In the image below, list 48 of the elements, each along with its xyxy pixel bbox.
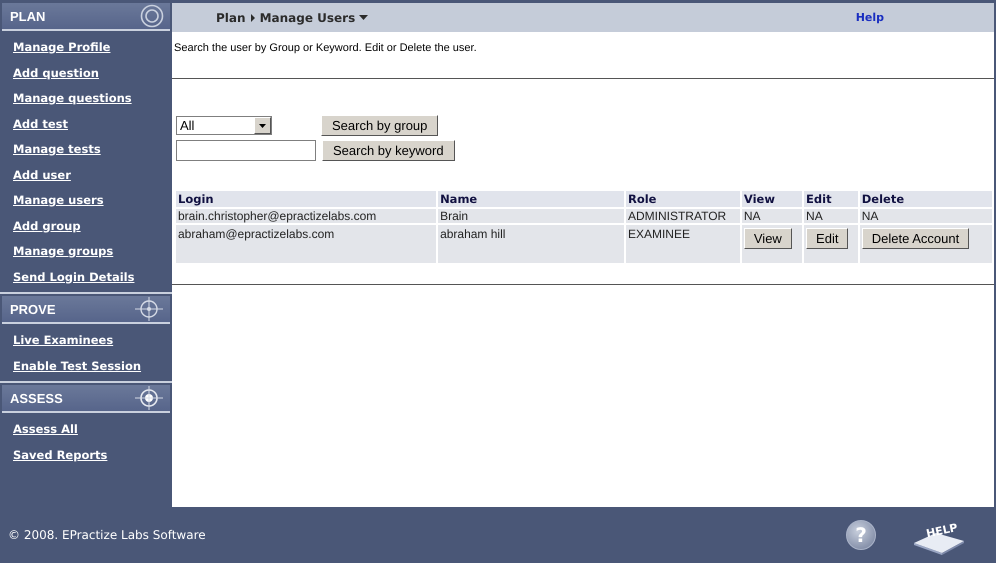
nav-link[interactable]: Manage groups — [13, 242, 172, 260]
row-action-button[interactable]: View — [744, 228, 792, 249]
section-title: PLAN — [10, 8, 46, 24]
nav-link[interactable]: Send Login Details — [13, 268, 172, 286]
table-cell: EXAMINEE — [626, 225, 740, 263]
section-title: PROVE — [10, 302, 56, 316]
nav-link[interactable]: Live Examinees — [13, 331, 172, 350]
caret-down-icon[interactable] — [359, 14, 368, 20]
nav-link[interactable]: Add test — [13, 114, 172, 133]
column-header: View — [742, 191, 802, 207]
nav-link[interactable]: Add user — [13, 166, 172, 184]
search-by-keyword-button[interactable]: Search by keyword — [322, 140, 455, 161]
table-cell: NA — [742, 209, 802, 223]
nav-link[interactable]: Manage Profile — [13, 38, 172, 56]
description-text: Search the user by Group or Keyword. Edit or Delete the user. — [174, 42, 478, 54]
table-cell: abraham@epractizelabs.com — [176, 225, 436, 263]
column-header: Name — [438, 191, 624, 207]
nav-link[interactable]: Add question — [13, 64, 172, 82]
column-header: Login — [176, 191, 436, 207]
row-action-button[interactable]: Edit — [806, 228, 848, 249]
nav-link[interactable]: Saved Reports — [13, 446, 172, 464]
caret-down-icon — [259, 124, 266, 128]
keyword-field[interactable] — [176, 140, 316, 161]
nav-link[interactable]: Manage questions — [13, 89, 172, 108]
chevron-right-icon — [250, 14, 256, 22]
nav-link[interactable]: Manage users — [13, 191, 172, 210]
row-action-button[interactable]: Delete Account — [862, 228, 970, 249]
help-link[interactable]: Help — [856, 11, 884, 24]
nav-link[interactable]: Assess All — [13, 420, 172, 438]
column-header: Delete — [860, 191, 992, 207]
breadcrumb-item[interactable]: Plan — [216, 10, 246, 24]
table-cell: abraham hill — [438, 225, 624, 263]
copyright-text: © 2008. EPractize Labs Software — [8, 528, 206, 542]
nav-link[interactable]: Enable Test Session — [13, 356, 172, 375]
column-header: Role — [626, 191, 740, 207]
nav-link[interactable]: Add group — [13, 216, 172, 235]
table-cell: ADMINISTRATOR — [626, 209, 740, 223]
group-select[interactable]: All — [176, 116, 272, 135]
nav-link[interactable]: Manage tests — [13, 140, 172, 158]
search-by-group-button[interactable]: Search by group — [321, 115, 438, 136]
table-cell: NA — [860, 209, 992, 223]
section-title: ASSESS — [10, 390, 63, 406]
breadcrumb-item[interactable]: Manage Users — [260, 10, 356, 24]
table-cell: Brain — [438, 209, 624, 223]
help-book-button[interactable]: HELP — [912, 515, 966, 555]
table-cell: brain.christopher@epractizelabs.com — [176, 209, 436, 223]
table-cell: NA — [804, 209, 858, 223]
column-header: Edit — [804, 191, 858, 207]
